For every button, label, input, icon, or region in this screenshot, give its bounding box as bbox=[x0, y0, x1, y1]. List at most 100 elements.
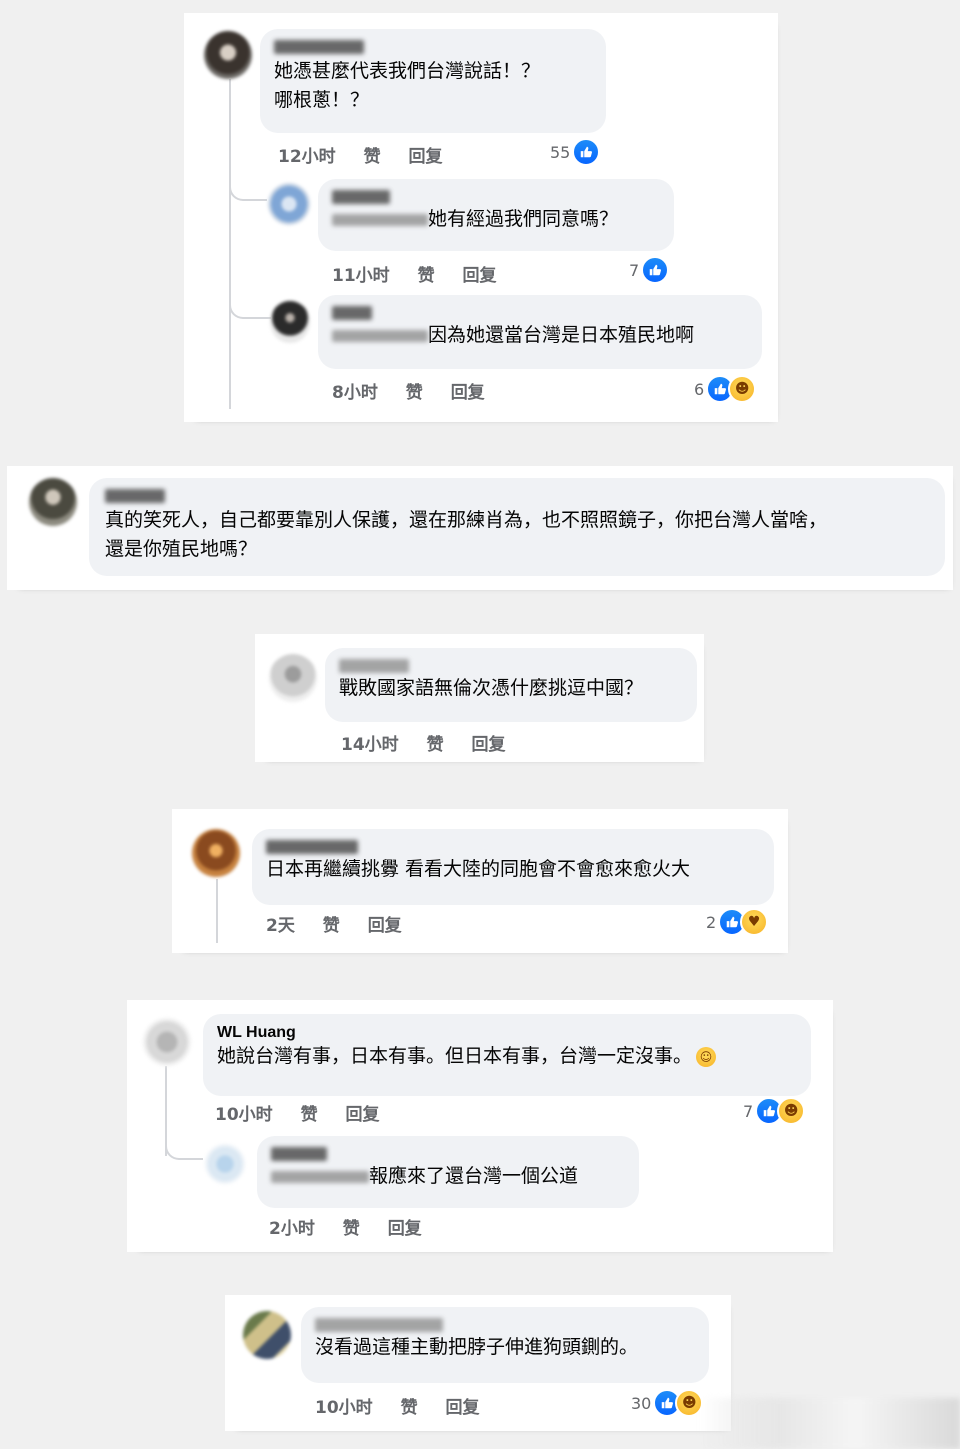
timestamp[interactable]: 8小时 bbox=[332, 383, 378, 403]
reaction-count: 2 bbox=[706, 912, 717, 932]
reply-button[interactable]: 回复 bbox=[446, 1398, 480, 1418]
comment-card-6: 沒看過這種主動把脖子伸進狗頭鍘的。 10小时 赞 回复 30 ☻ bbox=[233, 1303, 723, 1423]
avatar[interactable] bbox=[29, 478, 77, 526]
like-button[interactable]: 赞 bbox=[323, 916, 340, 936]
comment-bubble: 戰敗國家語無倫次憑什麼挑逗中國？ bbox=[325, 648, 697, 722]
comment-text: 日本再繼續挑釁 看看大陸的同胞會不會愈來愈火大 bbox=[266, 858, 691, 880]
commenter-name-redacted[interactable] bbox=[332, 189, 660, 205]
like-button[interactable]: 赞 bbox=[343, 1219, 360, 1239]
timestamp[interactable]: 2小时 bbox=[269, 1219, 315, 1239]
reply-connector bbox=[229, 171, 267, 201]
commenter-name[interactable]: WL Huang bbox=[217, 1024, 797, 1042]
comment-meta: 12小时 赞 回复 bbox=[278, 142, 465, 167]
reply-text: 因為她還當台灣是日本殖民地啊 bbox=[428, 324, 695, 346]
commenter-name-redacted[interactable] bbox=[271, 1146, 625, 1162]
avatar[interactable] bbox=[205, 1144, 245, 1184]
rofl-emoji-icon: ☺ bbox=[696, 1046, 717, 1067]
avatar[interactable] bbox=[269, 654, 317, 702]
comment-text: 她說台灣有事，日本有事。但日本有事，台灣一定沒事。 bbox=[217, 1045, 693, 1067]
reaction-summary[interactable]: 30 ☻ bbox=[631, 1389, 704, 1417]
comment-bubble: 沒看過這種主動把脖子伸進狗頭鍘的。 bbox=[301, 1307, 709, 1383]
thread-line bbox=[229, 79, 231, 409]
mentioned-name-redacted[interactable] bbox=[332, 213, 428, 226]
commenter-name-redacted[interactable] bbox=[274, 39, 592, 57]
commenter-name-redacted[interactable] bbox=[339, 658, 683, 674]
watermark-blur bbox=[700, 1398, 960, 1449]
reaction-summary[interactable]: 7 bbox=[629, 256, 670, 284]
comment-card-5: WL Huang 她說台灣有事，日本有事。但日本有事，台灣一定沒事。 ☺ 10小时… bbox=[135, 1008, 825, 1244]
comment-text-line: 她說台灣有事，日本有事。但日本有事，台灣一定沒事。 ☺ bbox=[217, 1042, 797, 1071]
comment-text-line-2: 還是你殖民地嗎？ bbox=[105, 538, 258, 560]
comment-text: 戰敗國家語無倫次憑什麼挑逗中國？ bbox=[339, 677, 644, 699]
reaction-count: 7 bbox=[629, 260, 640, 280]
comment-text-line-1: 她憑甚麼代表我們台灣說話！？ bbox=[274, 60, 541, 82]
reply-meta: 2小时 赞 回复 bbox=[269, 1214, 444, 1239]
comment-bubble: 她憑甚麼代表我們台灣說話！？ 哪根蔥！？ bbox=[260, 29, 606, 133]
haha-reaction-icon: ☻ bbox=[777, 1097, 806, 1125]
timestamp[interactable]: 12小时 bbox=[278, 147, 336, 167]
like-button[interactable]: 赞 bbox=[301, 1105, 318, 1125]
reply-button[interactable]: 回复 bbox=[409, 147, 443, 167]
comment-bubble: 真的笑死人，自己都要靠別人保護，還在那練肖為，也不照照鏡子，你把台灣人當啥， 還… bbox=[89, 478, 945, 576]
reaction-count: 55 bbox=[550, 142, 571, 162]
commenter-name-redacted[interactable] bbox=[105, 488, 931, 506]
reply-connector bbox=[165, 1130, 203, 1160]
reply-button[interactable]: 回复 bbox=[388, 1219, 422, 1239]
comment-meta: 10小时 赞 回复 bbox=[315, 1393, 502, 1418]
reply-bubble: 報應來了還台灣一個公道 bbox=[257, 1136, 639, 1208]
reaction-summary[interactable]: 2 ♥ bbox=[706, 908, 769, 936]
timestamp[interactable]: 10小时 bbox=[315, 1398, 373, 1418]
reply-text-line: 因為她還當台灣是日本殖民地啊 bbox=[332, 321, 748, 350]
reply-text-line: 報應來了還台灣一個公道 bbox=[271, 1162, 625, 1191]
reply-button[interactable]: 回复 bbox=[368, 916, 402, 936]
commenter-name-redacted[interactable] bbox=[266, 839, 760, 855]
avatar[interactable] bbox=[143, 1018, 191, 1066]
like-icon bbox=[572, 138, 601, 166]
reply-button[interactable]: 回复 bbox=[346, 1105, 380, 1125]
like-button[interactable]: 赞 bbox=[401, 1398, 418, 1418]
avatar[interactable] bbox=[192, 829, 240, 877]
comment-card-2: 真的笑死人，自己都要靠別人保護，還在那練肖為，也不照照鏡子，你把台灣人當啥， 還… bbox=[15, 474, 945, 582]
reaction-summary[interactable]: 6 ☻ bbox=[694, 375, 757, 403]
comment-card-1: 她憑甚麼代表我們台灣說話！？ 哪根蔥！？ 12小时 赞 回复 55 她有經過我們… bbox=[192, 21, 770, 414]
reply-connector bbox=[229, 287, 271, 319]
avatar[interactable] bbox=[268, 183, 310, 225]
mentioned-name-redacted[interactable] bbox=[332, 329, 428, 342]
reply-button[interactable]: 回复 bbox=[463, 266, 497, 286]
reaction-count: 30 bbox=[631, 1393, 652, 1413]
reply-button[interactable]: 回复 bbox=[451, 383, 485, 403]
comment-meta: 10小时 赞 回复 bbox=[215, 1100, 402, 1125]
thread-line bbox=[216, 879, 218, 943]
care-reaction-icon: ♥ bbox=[740, 908, 769, 936]
commenter-name-redacted[interactable] bbox=[315, 1317, 695, 1333]
timestamp[interactable]: 11小时 bbox=[332, 266, 390, 286]
comment-text: 沒看過這種主動把脖子伸進狗頭鍘的。 bbox=[315, 1336, 639, 1358]
comment-meta: 14小时 赞 回复 bbox=[341, 730, 528, 755]
reply-bubble: 因為她還當台灣是日本殖民地啊 bbox=[318, 295, 762, 369]
reaction-count: 6 bbox=[694, 379, 705, 399]
timestamp[interactable]: 10小时 bbox=[215, 1105, 273, 1125]
like-button[interactable]: 赞 bbox=[406, 383, 423, 403]
reaction-count: 7 bbox=[743, 1101, 754, 1121]
like-icon bbox=[641, 256, 670, 284]
reply-text: 報應來了還台灣一個公道 bbox=[369, 1165, 579, 1187]
like-button[interactable]: 赞 bbox=[364, 147, 381, 167]
avatar[interactable] bbox=[243, 1311, 291, 1359]
like-button[interactable]: 赞 bbox=[418, 266, 435, 286]
timestamp[interactable]: 14小时 bbox=[341, 735, 399, 755]
avatar[interactable] bbox=[204, 31, 252, 79]
reaction-summary[interactable]: 55 bbox=[550, 138, 601, 166]
comment-card-3: 戰敗國家語無倫次憑什麼挑逗中國？ 14小时 赞 回复 bbox=[263, 642, 697, 755]
reply-button[interactable]: 回复 bbox=[472, 735, 506, 755]
comment-bubble: 日本再繼續挑釁 看看大陸的同胞會不會愈來愈火大 bbox=[252, 829, 774, 905]
reply-meta: 8小时 赞 回复 bbox=[332, 378, 507, 403]
haha-reaction-icon: ☻ bbox=[728, 375, 757, 403]
reaction-summary[interactable]: 7 ☻ bbox=[743, 1097, 806, 1125]
avatar[interactable] bbox=[270, 301, 310, 343]
comment-bubble: WL Huang 她說台灣有事，日本有事。但日本有事，台灣一定沒事。 ☺ bbox=[203, 1014, 811, 1096]
like-button[interactable]: 赞 bbox=[427, 735, 444, 755]
mentioned-name-redacted[interactable] bbox=[271, 1170, 369, 1183]
timestamp[interactable]: 2天 bbox=[266, 916, 295, 936]
commenter-name-redacted[interactable] bbox=[332, 305, 748, 321]
reply-text-line: 她有經過我們同意嗎？ bbox=[332, 205, 660, 234]
